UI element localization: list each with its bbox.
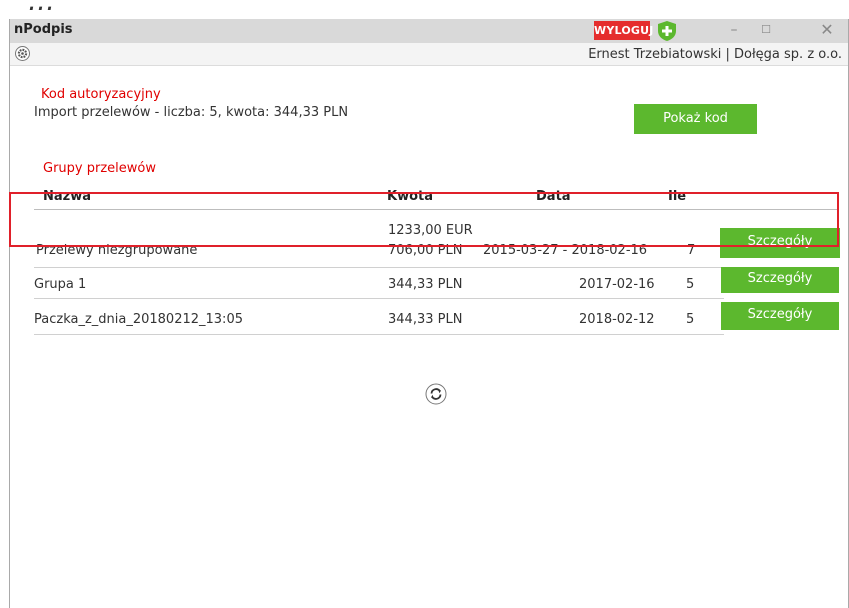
refresh-icon[interactable] <box>425 383 447 405</box>
close-button[interactable]: ✕ <box>815 19 839 43</box>
app-title: nPodpis <box>14 22 73 37</box>
cropped-caption-text: … <box>28 0 55 17</box>
app-window: nPodpis WYLOGUJ – ☐ ✕ Ernest Trzebiatows… <box>9 19 849 608</box>
row-count: 5 <box>686 312 695 327</box>
row-name: Paczka_z_dnia_20180212_13:05 <box>34 312 243 327</box>
user-bar: Ernest Trzebiatowski | Dołęga sp. z o.o. <box>10 43 848 66</box>
shield-icon <box>658 21 676 41</box>
settings-button[interactable] <box>15 46 30 61</box>
auth-description: Import przelewów - liczba: 5, kwota: 344… <box>34 105 349 120</box>
cropped-header-fragment: … <box>0 0 849 19</box>
row-amount: 344,33 PLN <box>388 277 463 292</box>
title-bar: nPodpis WYLOGUJ – ☐ ✕ <box>10 19 848 43</box>
details-button[interactable]: Szczegóły <box>721 267 839 293</box>
show-code-button[interactable]: Pokaż kod <box>634 104 757 134</box>
maximize-button[interactable]: ☐ <box>754 19 778 43</box>
groups-heading: Grupy przelewów <box>43 161 156 176</box>
auth-code-heading: Kod autoryzacyjny <box>41 87 161 102</box>
details-button[interactable]: Szczegóły <box>721 302 839 330</box>
row-divider <box>34 267 724 268</box>
row-amount: 344,33 PLN <box>388 312 463 327</box>
row-count: 5 <box>686 277 695 292</box>
row-date: 2018-02-12 <box>579 312 655 327</box>
highlight-frame <box>9 192 839 247</box>
settings-gear-icon <box>17 48 28 59</box>
row-divider <box>34 334 724 335</box>
minimize-button[interactable]: – <box>722 19 746 43</box>
row-divider <box>34 298 724 299</box>
row-name: Grupa 1 <box>34 277 87 292</box>
user-company-info: Ernest Trzebiatowski | Dołęga sp. z o.o. <box>588 47 842 62</box>
logout-button[interactable]: WYLOGUJ <box>594 21 653 40</box>
row-date: 2017-02-16 <box>579 277 655 292</box>
